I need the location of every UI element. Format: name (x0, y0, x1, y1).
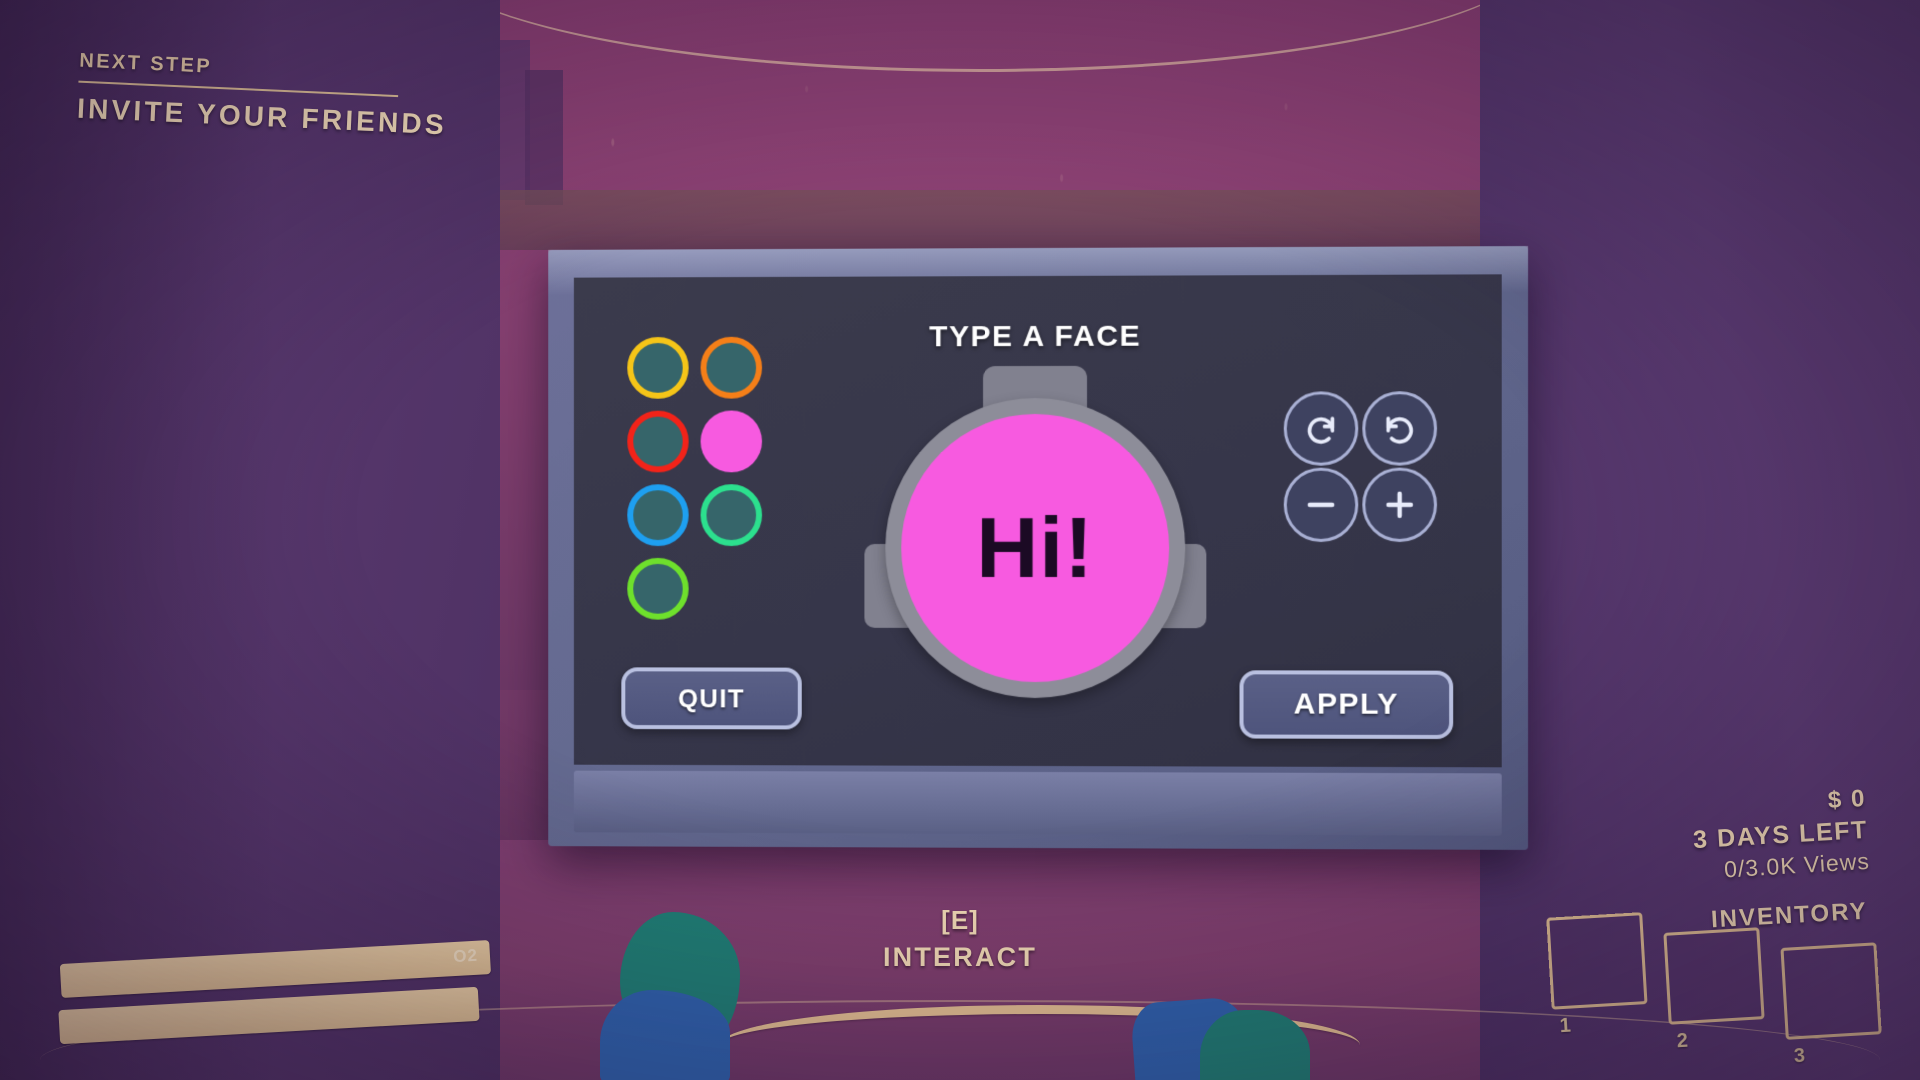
increase-button[interactable] (1362, 467, 1438, 542)
inventory-slot-3[interactable]: 3 (1780, 942, 1882, 1067)
computer-monitor[interactable]: TYPE A FACE Hi! QUIT APPLY (548, 246, 1529, 850)
color-swatch-pink[interactable] (700, 410, 763, 473)
color-swatch-blue[interactable] (627, 484, 689, 547)
decrease-button[interactable] (1283, 467, 1359, 542)
face-disc[interactable]: Hi! (901, 413, 1170, 683)
apply-button[interactable]: APPLY (1239, 670, 1454, 740)
color-swatch-orange[interactable] (700, 336, 763, 399)
color-swatch-lime[interactable] (627, 557, 689, 620)
monitor-chin (573, 770, 1502, 836)
inventory-slot-number: 3 (1793, 1044, 1806, 1068)
redo-button[interactable] (1362, 391, 1438, 466)
color-swatch-red[interactable] (627, 410, 689, 473)
inventory-slot-1[interactable]: 1 (1546, 912, 1648, 1037)
undo-button[interactable] (1283, 391, 1359, 466)
color-swatch-spring[interactable] (700, 484, 763, 547)
inventory-slot-number: 2 (1676, 1029, 1689, 1053)
inventory-slots[interactable]: 1 2 3 (1546, 898, 1882, 1067)
face-text: Hi! (976, 499, 1094, 597)
edit-controls[interactable] (1283, 391, 1439, 542)
desk-prop-blue (600, 990, 730, 1080)
face-ring: Hi! (885, 397, 1186, 699)
quit-button[interactable]: QUIT (621, 667, 802, 730)
cabinet-top-shelf (470, 190, 1490, 250)
inventory-slot-number: 1 (1559, 1014, 1572, 1038)
monitor-bezel: TYPE A FACE Hi! QUIT APPLY (573, 274, 1502, 768)
left-wall-shading (0, 0, 500, 1080)
color-swatch-grid[interactable] (627, 336, 766, 620)
inventory-slot-2[interactable]: 2 (1663, 927, 1765, 1052)
monitor-screen: TYPE A FACE Hi! QUIT APPLY (573, 274, 1502, 768)
color-swatch-yellow[interactable] (627, 336, 689, 399)
wall-panel-left-inner (525, 70, 563, 205)
face-preview: Hi! (864, 365, 1207, 727)
